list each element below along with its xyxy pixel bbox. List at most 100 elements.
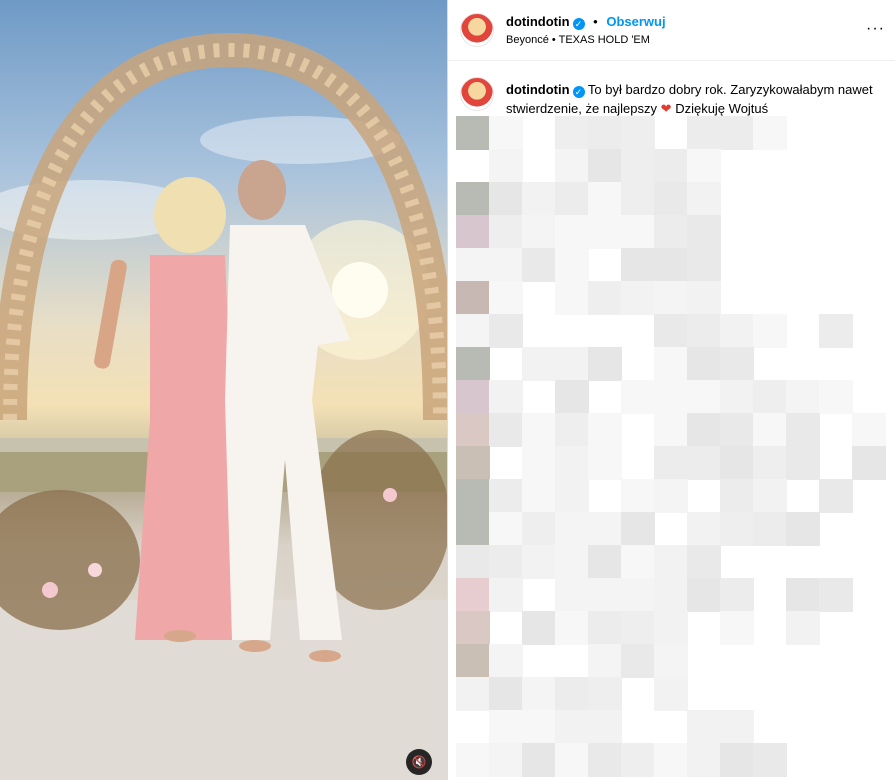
pixel-block <box>654 677 688 711</box>
pixel-block <box>555 347 589 381</box>
pixel-block <box>621 545 655 579</box>
pixel-block <box>456 644 490 678</box>
pixel-block <box>687 743 721 777</box>
header-user-row: dotindotin ✓ • Obserwuj <box>506 14 666 30</box>
pixel-block <box>786 578 820 612</box>
verified-badge-icon: ✓ <box>572 86 585 98</box>
pixel-block <box>687 545 721 579</box>
pixel-block <box>555 446 589 480</box>
pixel-block <box>621 149 655 183</box>
pixel-block <box>654 545 688 579</box>
audio-artist: Beyoncé <box>506 34 549 46</box>
post-media[interactable]: 🔇 <box>0 0 447 780</box>
caption: dotindotin ✓ To był bardzo dobry rok. Zar… <box>506 80 876 118</box>
separator-dot: • <box>593 14 598 29</box>
pixel-block <box>621 578 655 612</box>
pixel-block <box>687 446 721 480</box>
pixel-block <box>654 413 688 447</box>
pixel-block <box>456 611 490 645</box>
pixel-block <box>621 512 655 546</box>
pixel-block <box>555 743 589 777</box>
pixel-block <box>753 314 787 348</box>
pixel-block <box>456 677 490 711</box>
pixel-block <box>456 116 490 150</box>
pixel-block <box>687 413 721 447</box>
pixel-block <box>720 479 754 513</box>
pixel-block <box>522 347 556 381</box>
pixel-block <box>522 512 556 546</box>
pixel-block <box>555 545 589 579</box>
pixel-block <box>555 512 589 546</box>
pixel-block <box>753 446 787 480</box>
pixel-block <box>753 743 787 777</box>
pixel-block <box>456 182 490 216</box>
pixel-block <box>852 413 886 447</box>
pixel-block <box>555 380 589 414</box>
pixel-block <box>588 182 622 216</box>
pixel-block <box>555 248 589 282</box>
pixel-block <box>687 149 721 183</box>
pixel-block <box>489 116 523 150</box>
pixel-block <box>555 215 589 249</box>
pixel-block <box>555 413 589 447</box>
pixel-block <box>687 710 721 744</box>
pixel-block <box>489 182 523 216</box>
pixel-block <box>522 215 556 249</box>
pixel-block <box>654 644 688 678</box>
audio-separator: • <box>551 34 556 46</box>
follow-button[interactable]: Obserwuj <box>606 14 665 29</box>
pixel-block <box>753 512 787 546</box>
pixel-block <box>720 710 754 744</box>
pixel-block <box>588 578 622 612</box>
pixel-block <box>489 644 523 678</box>
pixel-block <box>621 116 655 150</box>
pixel-block <box>588 347 622 381</box>
pixel-block <box>588 446 622 480</box>
pixel-block <box>654 182 688 216</box>
pixel-block <box>621 281 655 315</box>
pixel-block <box>522 611 556 645</box>
pixel-block <box>720 116 754 150</box>
avatar[interactable] <box>460 13 494 47</box>
pixel-block <box>489 413 523 447</box>
pixelated-comments-area <box>448 116 895 780</box>
caption-username-link[interactable]: dotindotin <box>506 82 570 97</box>
speaker-muted-icon: 🔇 <box>411 755 427 769</box>
audio-attribution[interactable]: Beyoncé • TEXAS HOLD 'EM <box>506 34 650 46</box>
pixel-block <box>456 380 490 414</box>
heart-icon: ❤ <box>660 101 672 116</box>
mute-button[interactable]: 🔇 <box>406 749 432 775</box>
pixel-block <box>687 314 721 348</box>
pixel-block <box>621 248 655 282</box>
pixel-block <box>489 314 523 348</box>
pixel-block <box>522 413 556 447</box>
pixel-block <box>489 149 523 183</box>
pixel-block <box>687 182 721 216</box>
pixel-block <box>522 446 556 480</box>
pixel-block <box>456 413 490 447</box>
pixel-block <box>654 149 688 183</box>
pixel-block <box>456 545 490 579</box>
pixel-block <box>654 743 688 777</box>
pixel-block <box>456 248 490 282</box>
pixel-block <box>720 611 754 645</box>
pixel-block <box>489 215 523 249</box>
more-options-button[interactable]: ··· <box>866 20 885 38</box>
pixel-block <box>588 611 622 645</box>
pixel-block <box>687 281 721 315</box>
pixel-block <box>456 347 490 381</box>
pixel-block <box>555 578 589 612</box>
pixel-block <box>555 710 589 744</box>
pixel-block <box>456 446 490 480</box>
pixel-block <box>456 314 490 348</box>
pixel-block <box>522 677 556 711</box>
pixel-block <box>522 743 556 777</box>
username-link[interactable]: dotindotin <box>506 14 570 29</box>
pixel-block <box>555 182 589 216</box>
pixel-block <box>654 479 688 513</box>
post-header: dotindotin ✓ • Obserwuj Beyoncé • TEXAS H… <box>448 0 895 61</box>
pixel-block <box>489 281 523 315</box>
pixel-block <box>522 182 556 216</box>
caption-avatar[interactable] <box>460 77 494 111</box>
pixel-block <box>720 578 754 612</box>
